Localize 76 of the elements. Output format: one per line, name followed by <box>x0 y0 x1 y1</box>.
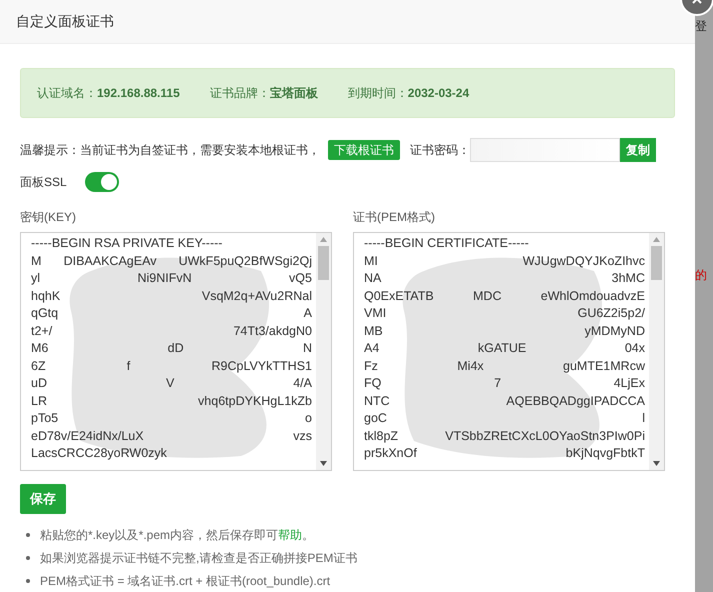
code-text: DIBAAKCAgEAv <box>64 252 156 270</box>
code-text: UWkF5puQ2BfWSgi2Qj <box>178 252 312 270</box>
code-text: 04x <box>624 340 645 358</box>
code-text: Ni9NIFvN <box>137 270 192 288</box>
background-text: 登 <box>695 18 707 35</box>
ssl-label: 面板SSL <box>20 174 67 191</box>
code-text: hqhK <box>31 288 60 305</box>
code-text: R9CpLVYkTTHS1 <box>211 358 312 375</box>
code-text: 4/A <box>293 375 312 392</box>
code-text: goC <box>364 410 387 428</box>
note-text: PEM格式证书 = 域名证书.crt + 根证书(root_bundle).crt <box>40 572 330 590</box>
field-label: 证书(PEM格式) <box>353 209 436 226</box>
tip-text: 温馨提示：当前证书为自签证书，需要安装本地根证书， <box>20 142 320 159</box>
code-text: 7 <box>494 375 502 392</box>
copy-button[interactable]: 复制 <box>620 138 656 162</box>
save-button[interactable]: 保存 <box>20 484 66 514</box>
code-text: pr5kXnOf <box>364 445 417 462</box>
code-text: LR <box>31 392 47 410</box>
note-text: 粘贴您的*.key以及*.pem内容，然后保存即可帮助。 <box>40 526 314 544</box>
code-text: 3hMC <box>612 270 645 288</box>
code-text: A <box>304 305 312 322</box>
info-text: 认证域名：192.168.88.115 <box>37 85 180 102</box>
code-text: 4LjEx <box>614 375 645 392</box>
code-text: NA <box>364 270 382 288</box>
dialog-title: 自定义面板证书 <box>16 12 114 31</box>
code-text: vQ5 <box>289 270 312 288</box>
code-text: MB <box>364 322 383 340</box>
code-text: GU6Z2i5p2/ <box>578 305 645 322</box>
code-text: M <box>31 252 42 270</box>
code-text: A4 <box>364 340 380 358</box>
code-text: vzs <box>293 428 312 445</box>
info-text: 到期时间：2032-03-24 <box>348 85 470 102</box>
code-text: tkl8pZ <box>364 428 398 445</box>
code-text: yl <box>31 270 40 288</box>
code-text: qGtq <box>31 305 58 322</box>
code-text: f <box>126 358 130 375</box>
code-text: guMTE1MRcw <box>563 358 645 375</box>
background-text: 的 <box>695 267 707 284</box>
code-text: VTSbbZREtCXcL0OYaoStn3PIw0Pi <box>445 428 645 445</box>
code-text: AQEBBQADggIPADCCA <box>506 392 645 410</box>
code-text: o <box>305 410 312 428</box>
field-label: 密钥(KEY) <box>20 209 78 226</box>
code-text: WJUgwDQYJKoZIhvc <box>522 252 645 270</box>
code-text: -----BEGIN RSA PRIVATE KEY----- <box>31 235 222 252</box>
code-text: Fz <box>364 358 378 375</box>
code-text: FQ <box>364 375 382 392</box>
help-link[interactable]: 帮助 <box>278 528 302 542</box>
code-text: VMI <box>364 305 386 322</box>
password-label: 证书密码： <box>410 142 470 159</box>
code-text: 6Z <box>31 358 46 375</box>
code-text: VsqM2q+AVu2RNal <box>202 288 312 305</box>
code-text: MI <box>364 252 378 270</box>
code-text: t2+/ <box>31 322 52 340</box>
code-text: N <box>302 340 312 358</box>
code-text: bKjNqvgFbtkT <box>566 445 645 462</box>
code-text: Mi4x <box>457 358 484 375</box>
code-text: M6 <box>31 340 48 358</box>
code-text: eWhlOmdouadvzE <box>540 288 645 305</box>
code-text: kGATUE <box>478 340 526 358</box>
code-text: pTo5 <box>31 410 58 428</box>
note-text: 如果浏览器提示证书链不完整,请检查是否正确拼接PEM证书 <box>40 550 358 566</box>
code-text: LacsCRCC28yoRW0zyk <box>31 445 167 462</box>
code-text: V <box>166 375 174 392</box>
code-text: uD <box>31 375 47 392</box>
code-text: Q0ExETATB <box>364 288 434 305</box>
code-text: 74Tt3/akdgN0 <box>233 322 312 340</box>
code-text: NTC <box>364 392 390 410</box>
code-text: MDC <box>473 288 502 305</box>
code-text: -----BEGIN CERTIFICATE----- <box>364 235 529 252</box>
code-text: l <box>642 410 645 428</box>
code-text: yMDMyND <box>584 322 645 340</box>
code-text: eD78v/E24idNx/LuX <box>31 428 144 445</box>
code-text: vhq6tpDYKHgL1kZb <box>198 392 312 410</box>
download-button[interactable]: 下载根证书 <box>328 140 400 160</box>
code-text: dD <box>168 340 184 358</box>
info-text: 证书品牌：宝塔面板 <box>210 85 318 102</box>
